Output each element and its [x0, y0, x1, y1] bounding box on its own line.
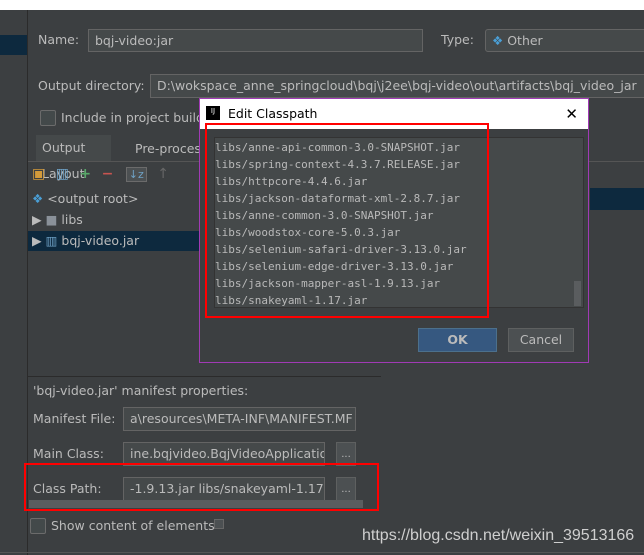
folder-icon: ■ — [45, 212, 58, 227]
ok-button[interactable]: OK — [418, 328, 497, 352]
expand-arrow-icon[interactable]: ▶ — [32, 233, 42, 248]
bottom-divider — [0, 552, 644, 553]
tree-selected-right — [590, 188, 644, 210]
type-select[interactable]: ❖ Other — [485, 29, 644, 52]
tree-item-output-root[interactable]: ❖ <output root> — [32, 191, 138, 206]
toolbar: ▣ ▥ + − ↓z ↑ — [32, 166, 169, 186]
manifest-heading: 'bqj-video.jar' manifest properties: — [33, 383, 249, 398]
include-build-checkbox[interactable] — [40, 110, 56, 126]
intellij-logo-icon: IJ — [206, 106, 220, 120]
tree-item-jar[interactable]: ▶ ▥ bqj-video.jar — [28, 231, 212, 251]
section-divider — [28, 376, 381, 377]
show-content-options-button[interactable] — [214, 519, 224, 529]
list-scrollbar[interactable] — [574, 281, 581, 306]
cancel-button[interactable]: Cancel — [508, 328, 574, 352]
highlight-box-list — [205, 123, 489, 318]
include-build-label: Include in project build — [61, 110, 204, 125]
output-dir-input[interactable]: D:\wokspace_anne_springcloud\bqj\j2ee\bq… — [150, 74, 644, 98]
name-label: Name: — [38, 32, 80, 47]
manifest-file-input[interactable]: a\resources\META-INF\MANIFEST.MF — [123, 407, 356, 431]
watermark: https://blog.csdn.net/weixin_39513166 — [362, 527, 635, 544]
remove-icon[interactable]: − — [102, 166, 114, 182]
close-icon[interactable]: ✕ — [565, 99, 578, 129]
name-input[interactable]: bqj-video:jar — [88, 29, 423, 52]
highlight-box-classpath — [24, 463, 379, 511]
show-content-label: Show content of elements — [51, 518, 215, 533]
type-label: Type: — [441, 32, 474, 47]
jar-icon: ▥ — [45, 233, 58, 248]
output-root-icon: ❖ — [32, 191, 44, 206]
top-bar — [0, 0, 644, 10]
expand-arrow-icon[interactable]: ▶ — [32, 212, 42, 227]
sidebar-selected-item[interactable] — [0, 35, 27, 55]
tab-output-layout[interactable]: Output Layout — [36, 135, 111, 181]
show-content-checkbox[interactable] — [30, 518, 46, 534]
output-dir-label: Output directory: — [38, 78, 145, 93]
tab-pre-processing[interactable]: Pre-proces — [135, 141, 201, 156]
tree-item-libs[interactable]: ▶ ■ libs — [32, 212, 83, 227]
move-up-icon[interactable]: ↑ — [157, 166, 169, 182]
other-icon: ❖ — [492, 33, 504, 48]
new-folder-icon[interactable]: ▣ — [32, 166, 45, 182]
add-icon[interactable]: + — [79, 166, 91, 182]
manifest-file-label: Manifest File: — [33, 411, 116, 426]
main-class-label: Main Class: — [33, 446, 104, 461]
archive-icon[interactable]: ▥ — [56, 166, 69, 182]
sort-icon[interactable]: ↓z — [125, 167, 147, 182]
